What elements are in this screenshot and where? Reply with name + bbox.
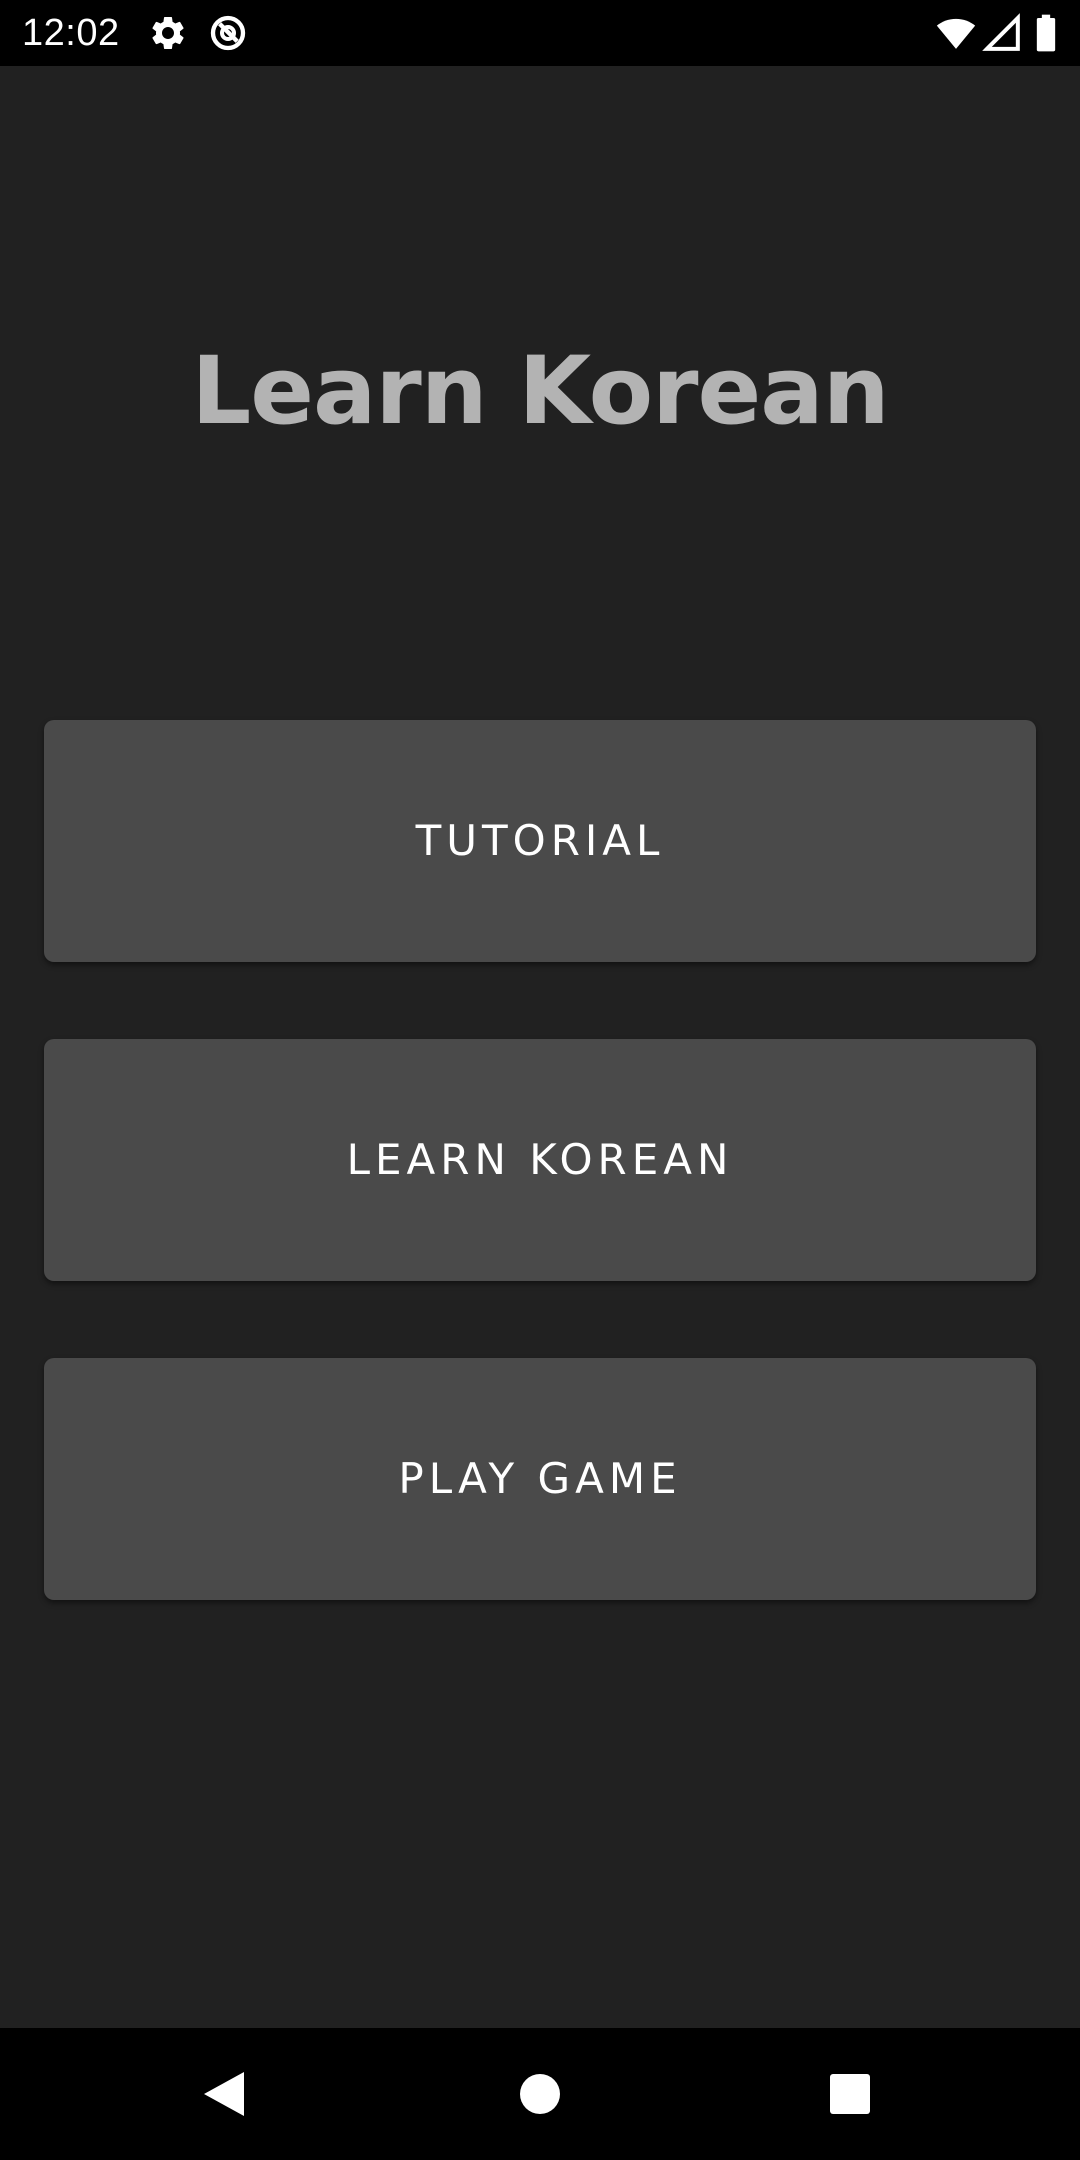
signal-icon [982, 13, 1022, 53]
tutorial-button[interactable]: TUTORIAL [44, 720, 1036, 962]
status-time: 12:02 [22, 12, 120, 54]
play-game-button[interactable]: PLAY GAME [44, 1358, 1036, 1600]
app-screen: Learn Korean TUTORIAL LEARN KOREAN PLAY … [0, 66, 1080, 2028]
back-icon[interactable] [194, 2062, 258, 2126]
sync-icon [208, 13, 248, 53]
wifi-icon [936, 13, 976, 53]
recents-icon[interactable] [818, 2062, 882, 2126]
navigation-bar [0, 2028, 1080, 2160]
battery-icon [1034, 13, 1058, 53]
learn-korean-button[interactable]: LEARN KOREAN [44, 1039, 1036, 1281]
page-title: Learn Korean [191, 337, 889, 446]
home-icon[interactable] [508, 2062, 572, 2126]
gear-icon [148, 13, 188, 53]
status-bar: 12:02 [0, 0, 1080, 66]
